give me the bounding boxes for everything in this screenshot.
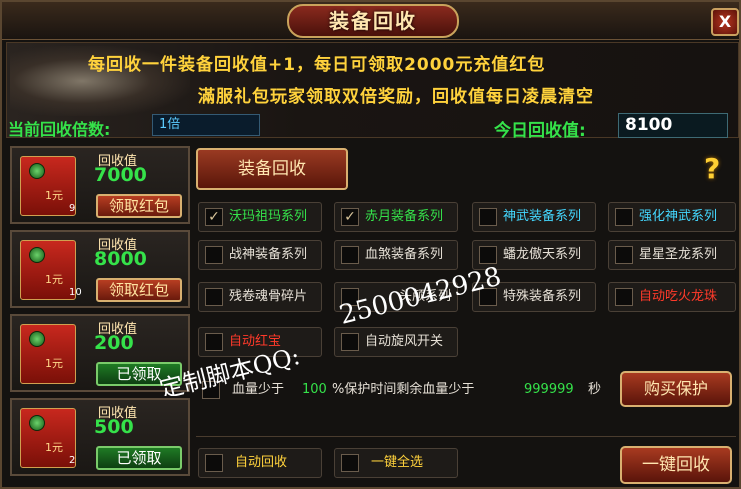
option-zhanshen[interactable]: 战神装备系列 [198, 240, 322, 270]
option-label: 强化神武系列 [639, 209, 718, 224]
protection-suffix: 秒 [588, 382, 602, 397]
protection-percent[interactable]: 100 [302, 376, 327, 404]
claim-button[interactable]: 领取红包 [96, 278, 182, 302]
checkbox[interactable] [615, 208, 633, 226]
option-teshu[interactable]: 特殊装备系列 [472, 282, 596, 312]
multiplier-value: 1倍 [152, 114, 260, 136]
card-value: 200 [94, 332, 134, 354]
reward-card: 1元 10 回收值 8000 领取红包 [10, 230, 190, 308]
option-label: 蟠龙傲天系列 [503, 247, 582, 262]
option-label: 沃玛祖玛系列 [229, 209, 308, 224]
today-recycle-value: 8100 [618, 113, 728, 138]
envelope-amount: 1元 [45, 441, 63, 454]
claimed-button[interactable]: 已领取 [96, 446, 182, 470]
checkbox[interactable] [205, 288, 223, 306]
envelope-amount: 1元 [45, 273, 63, 286]
claim-button[interactable]: 领取红包 [96, 194, 182, 218]
checkbox[interactable] [341, 333, 359, 351]
option-auto-redgem[interactable]: 自动红宝 [198, 327, 322, 357]
claimed-button[interactable]: 已领取 [96, 362, 182, 386]
title-bar: 装备回收 X [2, 2, 739, 40]
envelope-amount: 1元 [45, 357, 63, 370]
option-canjuan[interactable]: 残卷魂骨碎片 [198, 282, 322, 312]
option-woma-zuma[interactable]: ✓ 沃玛祖玛系列 [198, 202, 322, 232]
checkbox[interactable]: ✓ [205, 208, 223, 226]
banner-text-2: 滿服礼包玩家领取双倍奖励，回收值每日凌晨清空 [198, 87, 594, 107]
close-button[interactable]: X [711, 8, 739, 36]
multiplier-label: 当前回收倍数: [8, 120, 111, 139]
option-label: 战神装备系列 [229, 247, 308, 262]
protection-checkbox[interactable] [202, 381, 220, 399]
option-qianghua-shenwu[interactable]: 强化神武系列 [608, 202, 736, 232]
card-value: 8000 [94, 248, 147, 270]
buy-protection-button[interactable]: 购买保护 [620, 371, 732, 407]
option-xingxing[interactable]: 星星圣龙系列 [608, 240, 736, 270]
card-value: 500 [94, 416, 134, 438]
gem-icon [29, 247, 45, 263]
recycle-window: 装备回收 X 每回收一件装备回收值+1，每日可领取2000元充值红包 滿服礼包玩… [0, 0, 741, 489]
option-shenwu[interactable]: 神武装备系列 [472, 202, 596, 232]
checkbox[interactable] [479, 208, 497, 226]
envelope-count: 10 [69, 287, 82, 298]
help-icon[interactable]: ? [704, 152, 720, 185]
checkbox[interactable] [341, 246, 359, 264]
one-click-recycle-button[interactable]: 一键回收 [620, 446, 732, 484]
protection-mid: %保护时间剩余血量少于 [332, 382, 475, 397]
card-value: 7000 [94, 164, 147, 186]
banner-text-1: 每回收一件装备回收值+1，每日可领取2000元充值红包 [88, 55, 546, 75]
option-huolongzhu[interactable]: 自动吃火龙珠 [608, 282, 736, 312]
option-label: 自动红宝 [229, 334, 282, 349]
checkbox[interactable] [205, 454, 223, 472]
option-label: 头颅系列 [399, 289, 452, 304]
option-label: 神武装备系列 [503, 209, 582, 224]
gem-icon [29, 331, 45, 347]
red-envelope-icon: 1元 10 [20, 240, 82, 300]
red-envelope-icon: 1元 2 [20, 408, 76, 468]
reward-card: 1元 2 回收值 500 已领取 [10, 398, 190, 476]
gem-icon [29, 163, 45, 179]
option-label: 血煞装备系列 [365, 247, 444, 262]
red-envelope-icon: 1元 9 [20, 156, 76, 216]
checkbox[interactable] [615, 288, 633, 306]
red-envelope-icon: 1元 [20, 324, 76, 384]
protection-hp[interactable]: 999999 [524, 376, 574, 404]
option-chiyue[interactable]: ✓ 赤月装备系列 [334, 202, 458, 232]
today-recycle-label: 今日回收值: [494, 121, 586, 141]
option-label: 自动回收 [235, 455, 288, 470]
checkbox[interactable] [341, 454, 359, 472]
option-label: 星星圣龙系列 [639, 247, 718, 262]
option-panlong[interactable]: 蟠龙傲天系列 [472, 240, 596, 270]
option-label: 特殊装备系列 [503, 289, 582, 304]
reward-card: 1元 9 回收值 7000 领取红包 [10, 146, 190, 224]
checkbox[interactable] [205, 333, 223, 351]
envelope-amount: 1元 [45, 189, 63, 202]
option-label: 自动吃火龙珠 [639, 289, 718, 304]
select-all-toggle[interactable]: 一键全选 [334, 448, 458, 478]
checkbox[interactable] [341, 288, 359, 306]
checkbox[interactable] [615, 246, 633, 264]
protection-prefix: 血量少于 [232, 382, 285, 397]
protection-row: 血量少于 100 %保护时间剩余血量少于 999999 秒 [198, 376, 614, 406]
option-toulu[interactable]: 头颅系列 [334, 282, 458, 312]
option-label: 残卷魂骨碎片 [229, 289, 308, 304]
gem-icon [29, 415, 45, 431]
checkbox[interactable] [479, 246, 497, 264]
checkbox[interactable]: ✓ [341, 208, 359, 226]
reward-card: 1元 回收值 200 已领取 [10, 314, 190, 392]
option-label: 一键全选 [371, 455, 424, 470]
envelope-count: 2 [69, 455, 76, 466]
tab-equipment-recycle[interactable]: 装备回收 [196, 148, 348, 190]
option-label: 赤月装备系列 [365, 209, 444, 224]
divider [196, 436, 736, 437]
option-xuesha[interactable]: 血煞装备系列 [334, 240, 458, 270]
window-title: 装备回收 [287, 4, 459, 38]
option-auto-whirlwind[interactable]: 自动旋风开关 [334, 327, 458, 357]
checkbox[interactable] [205, 246, 223, 264]
option-label: 自动旋风开关 [365, 334, 444, 349]
envelope-count: 9 [69, 203, 76, 214]
auto-recycle-toggle[interactable]: 自动回收 [198, 448, 322, 478]
checkbox[interactable] [479, 288, 497, 306]
